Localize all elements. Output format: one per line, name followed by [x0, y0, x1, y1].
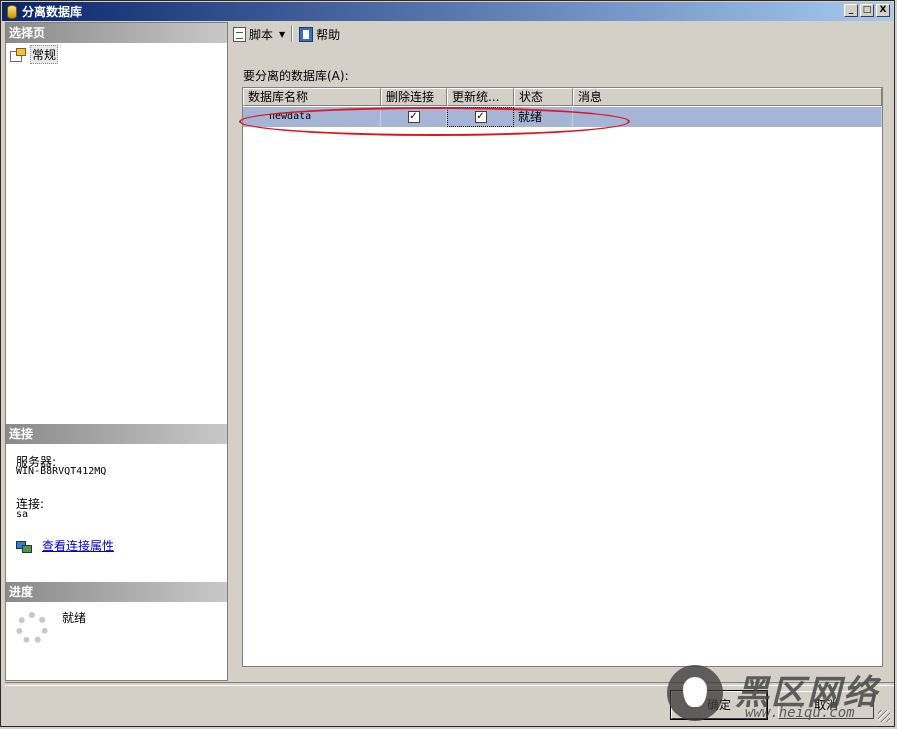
select-page-header: 选择页: [6, 23, 227, 43]
resize-grip-icon[interactable]: [878, 710, 890, 722]
progress-header: 进度: [6, 582, 227, 602]
databases-grid-caption: 要分离的数据库(A):: [243, 69, 349, 83]
window-title: 分离数据库: [22, 5, 83, 19]
column-header-update-stats[interactable]: 更新统...: [447, 88, 514, 106]
page-item-label: 常规: [30, 45, 59, 64]
cell-drop-connections: ✓: [381, 107, 447, 127]
column-header-database-name[interactable]: 数据库名称: [243, 88, 381, 106]
minimize-button[interactable]: _: [844, 4, 858, 17]
help-icon: [299, 26, 314, 42]
toolbar: 脚本 ▼ 帮助: [231, 23, 342, 45]
column-header-status[interactable]: 状态: [514, 88, 573, 106]
title-bar[interactable]: 分离数据库 _ □ X: [2, 2, 893, 21]
window-controls: _ □ X: [844, 4, 890, 17]
cell-status: 就绪: [514, 107, 573, 127]
script-button[interactable]: 脚本 ▼: [231, 26, 287, 43]
cell-message: [573, 107, 882, 127]
connection-value: sa: [16, 509, 29, 520]
watermark-glyph: [683, 677, 707, 707]
help-label: 帮助: [316, 27, 341, 42]
drop-connections-checkbox[interactable]: ✓: [407, 111, 420, 123]
help-button[interactable]: 帮助: [297, 26, 342, 43]
progress-spinner-icon: [16, 612, 48, 644]
view-connection-properties-text[interactable]: 查看连接属性: [42, 537, 114, 554]
properties-page-icon: [10, 47, 26, 62]
toolbar-separator: [291, 26, 294, 42]
database-icon: [7, 4, 17, 19]
maximize-button[interactable]: □: [860, 4, 874, 17]
detach-database-dialog: 分离数据库 _ □ X 选择页 常规 连接 服务器: WIN-B8RVQT412…: [0, 0, 895, 727]
column-header-message[interactable]: 消息: [573, 88, 882, 106]
table-row[interactable]: newdata ✓ ✓ 就绪: [243, 107, 882, 127]
grid-header: 数据库名称 删除连接 更新统... 状态 消息: [243, 88, 882, 106]
script-label: 脚本: [249, 27, 274, 42]
update-stats-checkbox[interactable]: ✓: [474, 111, 487, 123]
connection-header: 连接: [6, 424, 227, 444]
cell-update-stats: ✓: [447, 107, 514, 127]
databases-grid[interactable]: 数据库名称 删除连接 更新统... 状态 消息 newdata ✓ ✓ 就绪: [242, 87, 883, 667]
script-icon: [233, 26, 246, 42]
left-panel: 选择页 常规 连接 服务器: WIN-B8RVQT412MQ 连接: sa 查看…: [5, 22, 228, 681]
progress-status: 就绪: [62, 611, 87, 625]
column-header-drop-connections[interactable]: 删除连接: [381, 88, 447, 106]
close-button[interactable]: X: [876, 4, 890, 17]
connection-properties-icon: [16, 539, 32, 553]
view-connection-properties-link[interactable]: 查看连接属性: [16, 537, 114, 554]
chevron-down-icon[interactable]: ▼: [279, 30, 285, 39]
server-value: WIN-B8RVQT412MQ: [16, 466, 107, 477]
cell-database-name: newdata: [243, 107, 381, 127]
watermark-url: www.heiqu.com: [745, 705, 855, 721]
page-item-general[interactable]: 常规: [10, 45, 59, 64]
